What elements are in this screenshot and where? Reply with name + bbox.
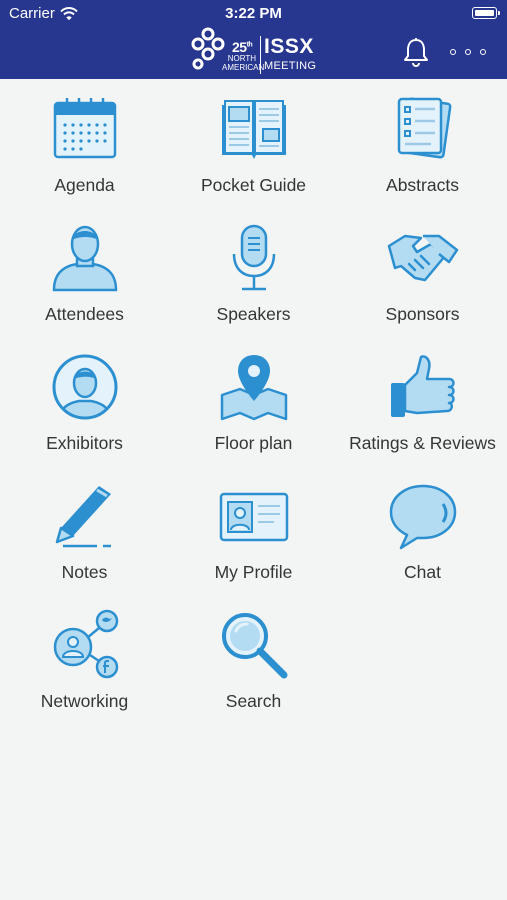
chat-bubble-icon bbox=[389, 484, 456, 550]
menu-label: Pocket Guide bbox=[200, 175, 307, 195]
network-icon bbox=[53, 609, 118, 679]
menu-item-ratings-reviews[interactable]: Ratings & Reviews bbox=[338, 337, 507, 466]
menu-label: Floor plan bbox=[214, 433, 293, 453]
map-pin-icon bbox=[220, 355, 287, 421]
person-circle-icon bbox=[52, 354, 117, 420]
more-dot-icon bbox=[450, 49, 456, 55]
menu-label: Agenda bbox=[54, 175, 115, 195]
menu-item-sponsors[interactable]: Sponsors bbox=[338, 208, 507, 337]
logo-region-line2: AMERICAN bbox=[222, 63, 265, 72]
more-options-button[interactable] bbox=[450, 41, 486, 63]
more-dot-icon bbox=[465, 49, 471, 55]
more-dot-icon bbox=[480, 49, 486, 55]
logo-divider bbox=[260, 36, 261, 74]
menu-label: Chat bbox=[404, 562, 441, 582]
menu-item-networking[interactable]: Networking bbox=[0, 595, 169, 724]
status-bar: Carrier 3:22 PM bbox=[0, 0, 507, 28]
menu-label: Speakers bbox=[216, 304, 291, 324]
menu-item-pocket-guide[interactable]: Pocket Guide bbox=[169, 79, 338, 208]
issx-logo: 25th NORTH AMERICAN ISSX MEETING bbox=[190, 26, 325, 76]
logo-subtitle: MEETING bbox=[264, 60, 317, 72]
menu-label: Notes bbox=[61, 562, 108, 582]
top-bar: Carrier 3:22 PM 25th NORTH AMERICAN ISSX… bbox=[0, 0, 507, 79]
menu-item-agenda[interactable]: Agenda bbox=[0, 79, 169, 208]
id-card-icon bbox=[219, 492, 288, 542]
person-icon bbox=[52, 225, 117, 292]
menu-item-abstracts[interactable]: Abstracts bbox=[338, 79, 507, 208]
menu-item-speakers[interactable]: Speakers bbox=[169, 208, 338, 337]
menu-item-my-profile[interactable]: My Profile bbox=[169, 466, 338, 595]
menu-item-attendees[interactable]: Attendees bbox=[0, 208, 169, 337]
magnifier-icon bbox=[221, 613, 287, 679]
status-time: 3:22 PM bbox=[225, 5, 282, 22]
menu-label: Abstracts bbox=[386, 175, 459, 195]
microphone-icon bbox=[232, 224, 275, 291]
logo-number-value: 25 bbox=[232, 39, 247, 55]
logo-mark-icon bbox=[191, 27, 225, 70]
documents-icon bbox=[397, 97, 451, 159]
menu-label: Ratings & Reviews bbox=[349, 433, 496, 453]
menu-label: Networking bbox=[40, 691, 129, 711]
menu-label: Exhibitors bbox=[46, 433, 123, 453]
logo-number-suffix: th bbox=[246, 41, 253, 49]
logo-region-line1: NORTH bbox=[227, 54, 256, 63]
thumbs-up-icon bbox=[390, 355, 455, 417]
logo-title: ISSX bbox=[264, 35, 314, 58]
menu-item-notes[interactable]: Notes bbox=[0, 466, 169, 595]
menu-item-chat[interactable]: Chat bbox=[338, 466, 507, 595]
pen-icon bbox=[55, 486, 111, 548]
logo-number: 25th bbox=[232, 39, 253, 55]
logo-region: NORTH AMERICAN bbox=[222, 54, 265, 72]
menu-item-exhibitors[interactable]: Exhibitors bbox=[0, 337, 169, 466]
menu-item-floor-plan[interactable]: Floor plan bbox=[169, 337, 338, 466]
menu-label: Attendees bbox=[45, 304, 124, 324]
battery-icon bbox=[472, 7, 500, 19]
calendar-icon bbox=[53, 98, 116, 159]
menu-label: My Profile bbox=[214, 562, 293, 582]
handshake-icon bbox=[387, 234, 458, 282]
menu-item-search[interactable]: Search bbox=[169, 595, 338, 724]
bell-icon[interactable] bbox=[402, 37, 430, 67]
menu-label: Sponsors bbox=[385, 304, 460, 324]
book-icon bbox=[221, 100, 286, 159]
menu-label: Search bbox=[225, 691, 282, 711]
